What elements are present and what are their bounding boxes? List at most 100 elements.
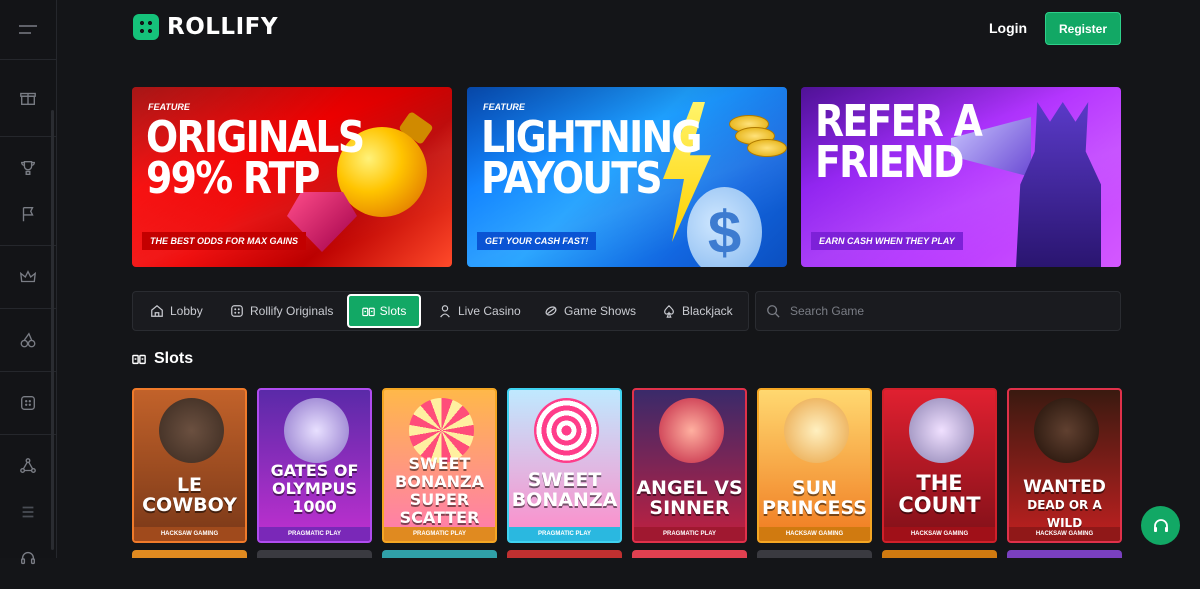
login-button[interactable]: Login: [989, 20, 1027, 36]
game-provider: HACKSAW GAMING: [884, 527, 995, 541]
game-provider: PRAGMATIC PLAY: [509, 527, 620, 541]
game-card-angel-vs-sinner[interactable]: ANGEL vs SINNER PRAGMATIC PLAY: [632, 388, 747, 543]
tab-label: Live Casino: [458, 304, 521, 318]
tab-label: Blackjack: [682, 304, 733, 318]
game-provider: HACKSAW GAMING: [759, 527, 870, 541]
game-title: SWEET BONANZA SUPER SCATTER: [384, 455, 495, 527]
originals-icon: [231, 305, 243, 317]
game-card-peek[interactable]: [632, 550, 747, 558]
crown-icon: [19, 270, 37, 283]
game-card-the-count[interactable]: THE COUNT HACKSAW GAMING: [882, 388, 997, 543]
game-provider: PRAGMATIC PLAY: [634, 527, 745, 541]
search-input[interactable]: [790, 304, 1090, 318]
game-title: Gates of OLYMPUS 1000: [259, 462, 370, 516]
sidebar-item-gift[interactable]: [0, 75, 57, 121]
tab-live-casino[interactable]: Live Casino: [438, 292, 521, 330]
game-card-sweet-bonanza[interactable]: SWEET BONANZA PRAGMATIC PLAY: [507, 388, 622, 543]
gift-icon: [20, 92, 36, 105]
game-art: [659, 398, 724, 463]
game-title-line2: BONANZA SUPER SCATTER: [395, 472, 484, 527]
sidebar-item-slots[interactable]: [0, 317, 57, 363]
game-art: [159, 398, 224, 463]
game-title-line1: WANTED: [1023, 477, 1106, 497]
game-title-line1: SWEET: [527, 469, 602, 491]
game-art: [534, 398, 599, 463]
sidebar-item-support[interactable]: [0, 535, 57, 581]
game-provider: HACKSAW GAMING: [1009, 527, 1120, 541]
game-card-peek[interactable]: [132, 550, 247, 558]
game-card-peek[interactable]: [382, 550, 497, 558]
game-card-peek[interactable]: [757, 550, 872, 558]
banner-subtitle: EARN CASH WHEN THEY PLAY: [811, 232, 963, 250]
game-title: SWEET BONANZA: [509, 470, 620, 510]
spade-icon: [664, 304, 674, 318]
sidebar: [0, 0, 57, 565]
sidebar-item-flag[interactable]: [0, 191, 57, 237]
game-art: [1034, 398, 1099, 463]
sidebar-item-trophy[interactable]: [0, 145, 57, 191]
game-provider: PRAGMATIC PLAY: [384, 527, 495, 541]
game-card-gates-of-olympus[interactable]: Gates of OLYMPUS 1000 PRAGMATIC PLAY: [257, 388, 372, 543]
banner-originals[interactable]: FEATURE ORIGINALS 99% RTP THE BEST ODDS …: [132, 87, 452, 267]
game-title: LE COWBOY: [134, 475, 245, 515]
logo[interactable]: ROLLIFY: [133, 14, 278, 40]
dealer-icon: [440, 305, 450, 318]
game-title-line1: Gates of: [270, 461, 359, 480]
section-title-text: Slots: [154, 350, 194, 367]
gameshow-icon: [545, 306, 557, 316]
header: ROLLIFY Login Register: [57, 0, 1200, 60]
cherries-icon: [20, 332, 36, 348]
tab-lobby[interactable]: Lobby: [150, 292, 203, 330]
game-title-line2: COWBOY: [142, 494, 237, 516]
slots-icon: [132, 354, 146, 365]
game-title-line2: PRINCESS: [762, 497, 867, 519]
banner-subtitle: GET YOUR CASH FAST!: [477, 232, 597, 250]
banner-title-line1: REFER A: [815, 96, 983, 147]
tab-slots[interactable]: Slots: [347, 294, 421, 328]
hamburger-icon: [19, 24, 37, 34]
home-icon: [151, 304, 163, 317]
sidebar-item-originals[interactable]: [0, 380, 57, 426]
game-card-peek[interactable]: [507, 550, 622, 558]
game-title-line1: LE: [176, 474, 203, 496]
game-card-sun-princess[interactable]: SUN PRINCESS HACKSAW GAMING: [757, 388, 872, 543]
sidebar-item-affiliate[interactable]: [0, 443, 57, 489]
game-title-line1: ANGEL vs: [636, 477, 743, 499]
tab-game-shows[interactable]: Game Shows: [544, 292, 636, 330]
banner-refer-a-friend[interactable]: REFER A FRIEND EARN CASH WHEN THEY PLAY: [801, 87, 1121, 267]
tab-blackjack[interactable]: Blackjack: [662, 292, 733, 330]
game-card-peek[interactable]: [1007, 550, 1122, 558]
coin-graphic: [747, 139, 787, 157]
banner-title-line2: FRIEND: [815, 137, 964, 188]
tab-rollify-originals[interactable]: Rollify Originals: [230, 292, 333, 330]
sidebar-item-tokens[interactable]: [0, 489, 57, 535]
game-art: [784, 398, 849, 463]
game-title-line1: SWEET: [408, 454, 471, 473]
game-card-sweet-bonanza-super-scatter[interactable]: SWEET BONANZA SUPER SCATTER PRAGMATIC PLA…: [382, 388, 497, 543]
game-title-line2: BONANZA: [511, 489, 618, 511]
game-provider: HACKSAW GAMING: [134, 527, 245, 541]
sidebar-scrollbar[interactable]: [51, 110, 54, 550]
menu-toggle-button[interactable]: [0, 0, 56, 60]
headset-icon: [1153, 518, 1168, 532]
tokens-icon: [22, 506, 34, 518]
game-card-peek[interactable]: [257, 550, 372, 558]
live-support-button[interactable]: [1141, 506, 1180, 545]
game-title-line1: SUN: [791, 477, 837, 499]
banner-title: ORIGINALS 99% RTP: [146, 116, 365, 201]
tab-label: Lobby: [170, 304, 203, 318]
game-provider: PRAGMATIC PLAY: [259, 527, 370, 541]
game-card-wanted-dead-or-a-wild[interactable]: WANTED DEAD OR A WILD HACKSAW GAMING: [1007, 388, 1122, 543]
game-art: [284, 398, 349, 463]
network-icon: [20, 458, 36, 473]
register-button[interactable]: Register: [1045, 12, 1121, 45]
sidebar-item-vip[interactable]: [0, 254, 57, 300]
game-title-line2: SINNER: [649, 497, 730, 519]
banner-title-line2: PAYOUTS: [481, 153, 663, 204]
originals-icon: [21, 396, 35, 410]
banner-lightning-payouts[interactable]: $ FEATURE LIGHTNING PAYOUTS GET YOUR CAS…: [467, 87, 787, 267]
game-card-peek[interactable]: [882, 550, 997, 558]
slots-icon: [361, 307, 375, 316]
game-title: WANTED DEAD OR A WILD: [1009, 478, 1120, 532]
game-card-le-cowboy[interactable]: LE COWBOY HACKSAW GAMING: [132, 388, 247, 543]
